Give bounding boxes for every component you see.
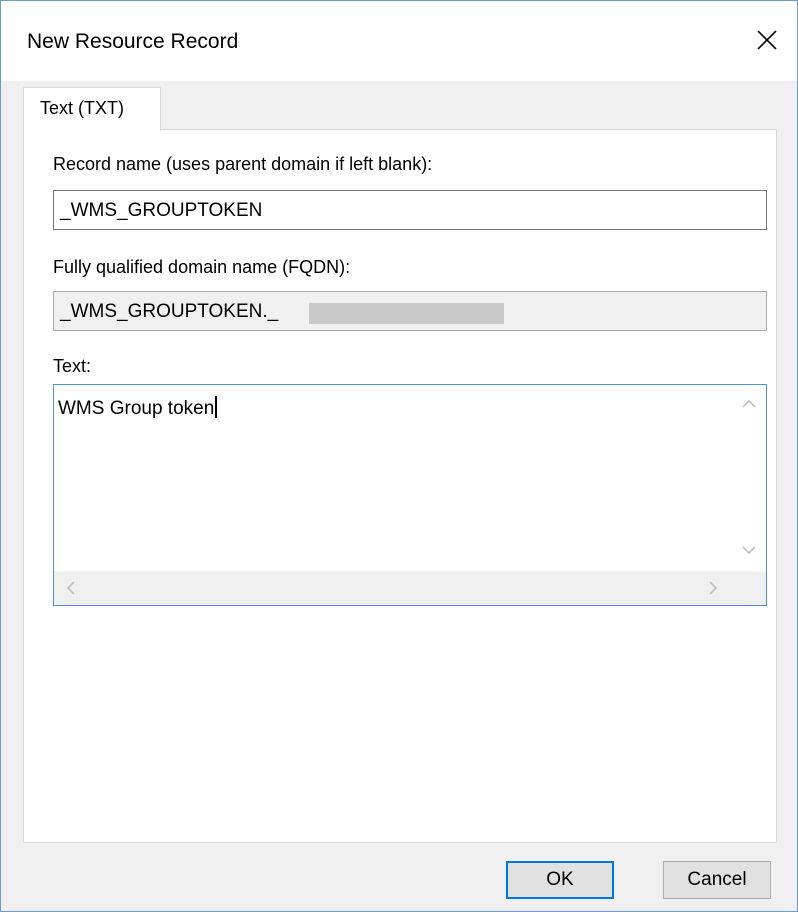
ok-button[interactable]: OK xyxy=(506,861,614,899)
horizontal-scrollbar[interactable] xyxy=(54,571,732,605)
text-input[interactable]: WMS Group token xyxy=(53,384,767,606)
vertical-scrollbar[interactable] xyxy=(732,385,766,571)
close-button[interactable] xyxy=(737,13,797,67)
tab-label: Text (TXT) xyxy=(40,98,124,118)
new-resource-record-dialog: New Resource Record Text (TXT) Record na… xyxy=(0,0,798,912)
dialog-title: New Resource Record xyxy=(27,30,239,53)
chevron-down-icon[interactable] xyxy=(742,545,756,555)
cancel-button[interactable]: Cancel xyxy=(663,861,771,899)
record-name-value: _WMS_GROUPTOKEN xyxy=(60,200,263,221)
record-name-input[interactable]: _WMS_GROUPTOKEN xyxy=(53,190,767,230)
tab-text-txt[interactable]: Text (TXT) xyxy=(23,87,161,131)
chevron-left-icon[interactable] xyxy=(66,581,76,595)
close-icon xyxy=(757,30,777,50)
text-value: WMS Group token xyxy=(58,396,218,420)
fqdn-label: Fully qualified domain name (FQDN): xyxy=(53,257,351,277)
title-bar[interactable]: New Resource Record xyxy=(1,1,797,81)
chevron-right-icon[interactable] xyxy=(708,581,718,595)
fqdn-value: _WMS_GROUPTOKEN._ xyxy=(60,301,279,322)
scrollbar-corner xyxy=(732,571,766,605)
record-name-label: Record name (uses parent domain if left … xyxy=(53,154,433,174)
text-label: Text: xyxy=(53,356,92,376)
redacted-domain xyxy=(309,303,504,324)
fqdn-field: _WMS_GROUPTOKEN._ xyxy=(53,291,767,331)
text-cursor xyxy=(215,396,218,418)
chevron-up-icon[interactable] xyxy=(742,399,756,409)
